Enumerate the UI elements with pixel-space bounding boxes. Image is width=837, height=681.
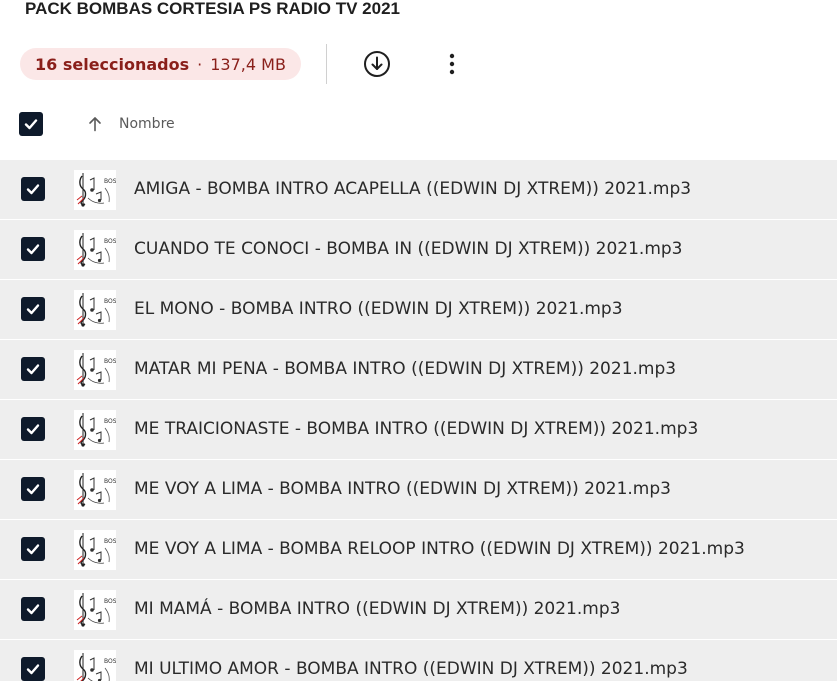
audio-file-thumbnail: BOS	[74, 650, 116, 681]
folder-title: PACK BOMBAS CORTESIA PS RADIO TV 2021	[25, 0, 401, 18]
svg-text:BOS: BOS	[104, 358, 116, 365]
file-row[interactable]: BOS AMIGA - BOMBA INTRO ACAPELLA ((EDWIN …	[0, 160, 837, 220]
sort-direction-button[interactable]	[86, 114, 104, 134]
audio-file-thumbnail: BOS	[74, 470, 116, 510]
checkmark-icon	[24, 119, 38, 130]
svg-text:BOS: BOS	[104, 238, 116, 245]
file-list: BOS AMIGA - BOMBA INTRO ACAPELLA ((EDWIN …	[0, 160, 837, 681]
checkmark-icon	[26, 424, 40, 435]
checkmark-icon	[26, 304, 40, 315]
selection-toolbar: 16 seleccionados · 137,4 MB	[0, 40, 837, 88]
audio-file-thumbnail: BOS	[74, 230, 116, 270]
file-checkbox[interactable]	[21, 357, 45, 381]
file-name: AMIGA - BOMBA INTRO ACAPELLA ((EDWIN DJ …	[134, 179, 692, 199]
file-name: ME TRAICIONASTE - BOMBA INTRO ((EDWIN DJ…	[134, 419, 699, 439]
more-vert-icon	[449, 53, 455, 75]
file-checkbox[interactable]	[21, 237, 45, 261]
checkmark-icon	[26, 544, 40, 555]
audio-file-thumbnail: BOS	[74, 290, 116, 330]
file-checkbox[interactable]	[21, 177, 45, 201]
audio-file-thumbnail: BOS	[74, 350, 116, 390]
file-row[interactable]: BOS MATAR MI PENA - BOMBA INTRO ((EDWIN D…	[0, 340, 837, 400]
checkmark-icon	[26, 484, 40, 495]
checkmark-icon	[26, 664, 40, 675]
audio-file-thumbnail: BOS	[74, 590, 116, 630]
download-circle-icon	[364, 51, 390, 77]
list-header: Nombre	[0, 100, 837, 150]
arrow-up-icon	[89, 117, 101, 132]
file-name: EL MONO - BOMBA INTRO ((EDWIN DJ XTREM))…	[134, 299, 623, 319]
svg-text:BOS: BOS	[104, 478, 116, 485]
file-row[interactable]: BOS EL MONO - BOMBA INTRO ((EDWIN DJ XTRE…	[0, 280, 837, 340]
checkmark-icon	[26, 184, 40, 195]
file-checkbox[interactable]	[21, 297, 45, 321]
svg-text:BOS: BOS	[104, 418, 116, 425]
file-row[interactable]: BOS ME TRAICIONASTE - BOMBA INTRO ((EDWIN…	[0, 400, 837, 460]
selected-size: 137,4 MB	[210, 54, 286, 74]
file-checkbox[interactable]	[21, 537, 45, 561]
audio-file-thumbnail: BOS	[74, 530, 116, 570]
column-header-name[interactable]: Nombre	[119, 116, 175, 132]
file-checkbox[interactable]	[21, 597, 45, 621]
file-checkbox[interactable]	[21, 477, 45, 501]
file-name: MI ULTIMO AMOR - BOMBA INTRO ((EDWIN DJ …	[134, 659, 688, 679]
checkmark-icon	[26, 604, 40, 615]
file-row[interactable]: BOS MI ULTIMO AMOR - BOMBA INTRO ((EDWIN …	[0, 640, 837, 681]
selected-count: 16 seleccionados	[35, 54, 190, 74]
more-options-button[interactable]	[436, 48, 468, 80]
audio-file-thumbnail: BOS	[74, 170, 116, 210]
file-name: MI MAMÁ - BOMBA INTRO ((EDWIN DJ XTREM))…	[134, 599, 621, 619]
file-name: ME VOY A LIMA - BOMBA RELOOP INTRO ((EDW…	[134, 539, 745, 559]
select-all-checkbox[interactable]	[19, 112, 43, 136]
file-row[interactable]: BOS CUANDO TE CONOCI - BOMBA IN ((EDWIN D…	[0, 220, 837, 280]
toolbar-divider	[326, 44, 327, 84]
separator-dot: ·	[197, 54, 203, 74]
file-row[interactable]: BOS MI MAMÁ - BOMBA INTRO ((EDWIN DJ XTRE…	[0, 580, 837, 640]
download-button[interactable]	[361, 48, 393, 80]
file-row[interactable]: BOS ME VOY A LIMA - BOMBA RELOOP INTRO ((…	[0, 520, 837, 580]
selection-summary-pill[interactable]: 16 seleccionados · 137,4 MB	[20, 48, 301, 80]
svg-text:BOS: BOS	[104, 538, 116, 545]
svg-text:BOS: BOS	[104, 178, 116, 185]
file-browser: PACK BOMBAS CORTESIA PS RADIO TV 2021 16…	[0, 0, 837, 681]
file-name: CUANDO TE CONOCI - BOMBA IN ((EDWIN DJ X…	[134, 239, 683, 259]
file-checkbox[interactable]	[21, 417, 45, 441]
file-name: ME VOY A LIMA - BOMBA INTRO ((EDWIN DJ X…	[134, 479, 671, 499]
svg-text:BOS: BOS	[104, 598, 116, 605]
checkmark-icon	[26, 244, 40, 255]
checkmark-icon	[26, 364, 40, 375]
svg-text:BOS: BOS	[104, 298, 116, 305]
svg-text:BOS: BOS	[104, 658, 116, 665]
file-checkbox[interactable]	[21, 657, 45, 681]
file-name: MATAR MI PENA - BOMBA INTRO ((EDWIN DJ X…	[134, 359, 677, 379]
audio-file-thumbnail: BOS	[74, 410, 116, 450]
file-row[interactable]: BOS ME VOY A LIMA - BOMBA INTRO ((EDWIN D…	[0, 460, 837, 520]
